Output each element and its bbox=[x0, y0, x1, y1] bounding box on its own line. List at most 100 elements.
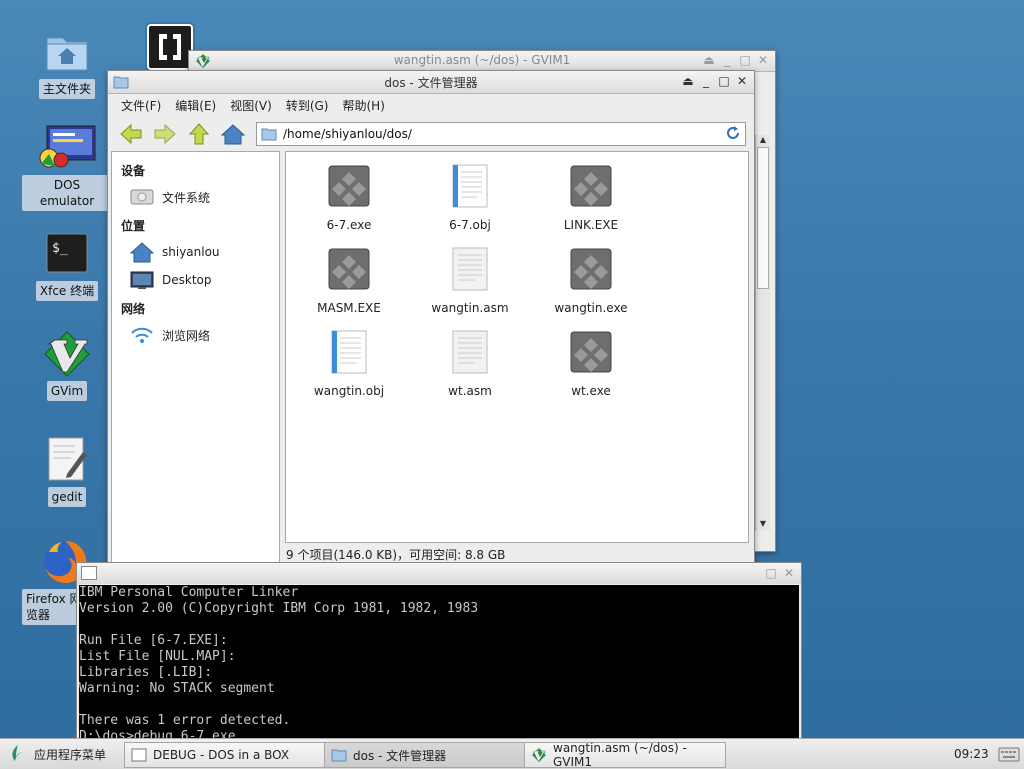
gvim-titlebar[interactable]: wangtin.asm (~/dos) - GVIM1 ⏏ _ □ ✕ bbox=[189, 51, 775, 72]
home-icon bbox=[221, 124, 245, 145]
gvim-scrollbar[interactable]: ▲ ▼ bbox=[755, 135, 770, 531]
file-item[interactable]: 6-7.exe bbox=[294, 164, 404, 232]
home-icon bbox=[130, 242, 154, 263]
folder-icon bbox=[261, 127, 277, 141]
location-bar[interactable]: /home/shiyanlou/dos/ bbox=[256, 122, 746, 146]
taskbar-task-file-manager[interactable]: dos - 文件管理器 bbox=[324, 742, 526, 768]
object-file-icon bbox=[449, 164, 491, 208]
file-item[interactable]: wt.asm bbox=[415, 330, 525, 398]
close-button[interactable]: ✕ bbox=[734, 73, 750, 89]
vim-icon bbox=[43, 330, 91, 378]
scrollbar-thumb[interactable] bbox=[757, 147, 769, 289]
shade-button[interactable]: ⏏ bbox=[680, 73, 696, 89]
file-item[interactable]: wangtin.exe bbox=[536, 247, 646, 315]
drive-icon bbox=[130, 189, 154, 205]
file-item[interactable]: wangtin.asm bbox=[415, 247, 525, 315]
window-menu-icon[interactable] bbox=[81, 566, 97, 580]
app-menu-icon bbox=[12, 745, 22, 761]
console-line: Libraries [.LIB]: bbox=[79, 665, 213, 680]
desktop-icon-terminal[interactable]: $_ Xfce 终端 bbox=[22, 230, 112, 301]
console-line: Run File [6-7.EXE]: bbox=[79, 633, 228, 648]
scroll-up-arrow-icon[interactable]: ▲ bbox=[756, 135, 770, 145]
taskbar-task-dosbox[interactable]: DEBUG - DOS in a BOX bbox=[124, 742, 326, 768]
menu-help[interactable]: 帮助(H) bbox=[335, 97, 391, 114]
desktop-icon-label: 主文件夹 bbox=[38, 79, 95, 99]
location-path: /home/shiyanlou/dos/ bbox=[283, 127, 412, 141]
toolbar: /home/shiyanlou/dos/ bbox=[108, 116, 754, 152]
file-name: wangtin.exe bbox=[554, 301, 628, 315]
window-title: wangtin.asm (~/dos) - GVIM1 bbox=[393, 53, 571, 67]
sidebar-section-network: 网络 bbox=[121, 302, 146, 316]
close-button[interactable]: ✕ bbox=[755, 52, 771, 68]
console-line: There was 1 error detected. bbox=[79, 713, 291, 728]
maximize-button[interactable]: □ bbox=[716, 73, 732, 89]
desktop: 主文件夹 DOS emulator $_ Xfce 终端 GVim gedit … bbox=[0, 0, 1024, 742]
menu-view[interactable]: 视图(V) bbox=[223, 97, 279, 114]
window-title: dos - 文件管理器 bbox=[384, 76, 478, 90]
scroll-down-arrow-icon[interactable]: ▼ bbox=[756, 519, 770, 529]
menu-go[interactable]: 转到(G) bbox=[279, 97, 336, 114]
menu-edit[interactable]: 编辑(E) bbox=[168, 97, 223, 114]
file-name: 6-7.obj bbox=[449, 218, 491, 232]
file-name: wangtin.obj bbox=[313, 384, 385, 398]
back-button[interactable] bbox=[114, 120, 148, 148]
close-button[interactable]: ✕ bbox=[781, 565, 797, 581]
dos-emulator-icon bbox=[37, 124, 97, 172]
minimize-button[interactable]: _ bbox=[719, 52, 735, 68]
taskbar-task-gvim[interactable]: wangtin.asm (~/dos) - GVIM1 bbox=[524, 741, 726, 769]
desktop-icon-label: Xfce 终端 bbox=[35, 281, 99, 301]
desktop-icon-gedit[interactable]: gedit bbox=[22, 436, 112, 507]
dosbox-titlebar[interactable]: □ ✕ bbox=[77, 563, 801, 584]
sidebar-item-label: 浏览网络 bbox=[162, 328, 211, 343]
sidebar-item-label: Desktop bbox=[162, 273, 212, 287]
file-manager-titlebar[interactable]: dos - 文件管理器 ⏏ _ □ ✕ bbox=[108, 71, 754, 94]
console-line: IBM Personal Computer Linker bbox=[79, 585, 299, 600]
sidebar-item-label: shiyanlou bbox=[162, 245, 220, 259]
file-name: wt.exe bbox=[571, 384, 611, 398]
up-button[interactable] bbox=[182, 120, 216, 148]
forward-button[interactable] bbox=[148, 120, 182, 148]
menu-bar: 文件(F) 编辑(E) 视图(V) 转到(G) 帮助(H) bbox=[108, 94, 754, 116]
folder-icon bbox=[331, 748, 347, 762]
shade-button[interactable]: ⏏ bbox=[701, 52, 717, 68]
sidebar-item-desktop[interactable]: Desktop bbox=[112, 266, 279, 294]
vim-icon bbox=[531, 747, 547, 763]
text-file-icon bbox=[449, 330, 491, 374]
file-item[interactable]: 6-7.obj bbox=[415, 164, 525, 232]
file-item[interactable]: wangtin.obj bbox=[294, 330, 404, 398]
home-button[interactable] bbox=[216, 120, 250, 148]
task-label: DEBUG - DOS in a BOX bbox=[153, 748, 290, 762]
bracket-app-icon[interactable] bbox=[147, 24, 193, 70]
keyboard-tray-icon[interactable] bbox=[998, 742, 1020, 766]
status-bar: 9 个项目(146.0 KB)，可用空间: 8.8 GB bbox=[286, 548, 506, 562]
file-item[interactable]: LINK.EXE bbox=[536, 164, 646, 232]
sidebar: 设备 文件系统 位置 shiyanlou Desktop 网络 浏览网络 bbox=[111, 151, 280, 565]
desktop-icon-label: DOS emulator bbox=[22, 175, 112, 211]
back-arrow-icon bbox=[120, 123, 142, 145]
sidebar-item-home[interactable]: shiyanlou bbox=[112, 238, 279, 266]
sidebar-item-browse-network[interactable]: 浏览网络 bbox=[112, 321, 279, 349]
desktop-icon-label: gedit bbox=[47, 487, 87, 507]
menu-file[interactable]: 文件(F) bbox=[114, 97, 168, 114]
applications-menu-button[interactable]: 应用程序菜单 bbox=[8, 742, 106, 766]
desktop-icon-gvim[interactable]: GVim bbox=[22, 330, 112, 401]
file-item[interactable]: wt.exe bbox=[536, 330, 646, 398]
maximize-button[interactable]: □ bbox=[763, 565, 779, 581]
dos-console[interactable]: IBM Personal Computer Linker Version 2.0… bbox=[79, 585, 799, 739]
console-line: Warning: No STACK segment bbox=[79, 681, 275, 696]
dosbox-icon bbox=[131, 748, 147, 762]
desktop-icon-label: GVim bbox=[46, 381, 88, 401]
clock[interactable]: 09:23 bbox=[954, 742, 989, 766]
desktop-icon-home-folder[interactable]: 主文件夹 bbox=[22, 28, 112, 99]
maximize-button[interactable]: □ bbox=[737, 52, 753, 68]
console-line: List File [NUL.MAP]: bbox=[79, 649, 236, 664]
refresh-icon[interactable] bbox=[725, 125, 741, 144]
desktop-icon bbox=[130, 271, 154, 289]
file-view: 6-7.exe 6-7.obj LINK.EXE MASM.EXE wangti… bbox=[285, 151, 749, 543]
sidebar-item-filesystem[interactable]: 文件系统 bbox=[112, 183, 279, 211]
desktop-icon-dos-emulator[interactable]: DOS emulator bbox=[22, 124, 112, 211]
file-item[interactable]: MASM.EXE bbox=[294, 247, 404, 315]
minimize-button[interactable]: _ bbox=[698, 73, 714, 89]
